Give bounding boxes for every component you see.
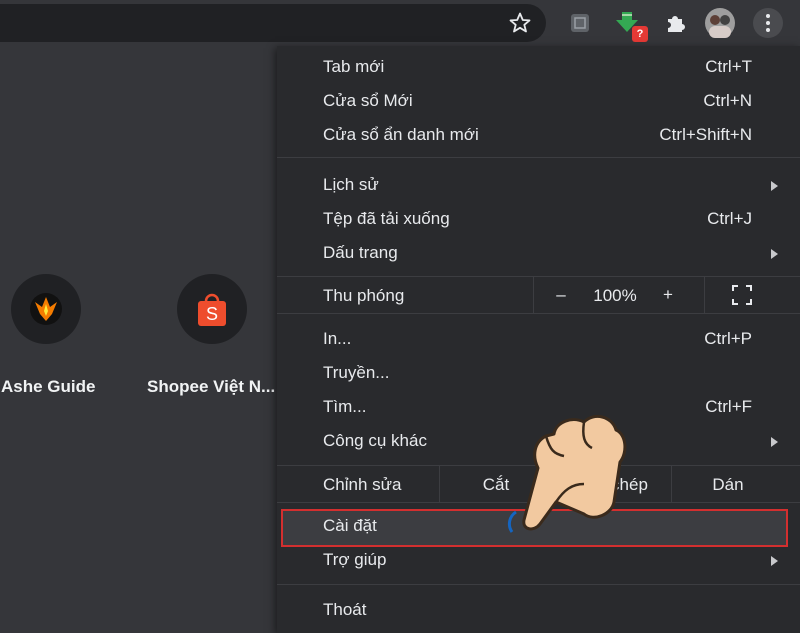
menu-shortcut: Ctrl+T [705, 57, 752, 76]
zoom-divider [533, 277, 534, 313]
menu-item-settings[interactable]: Cài đặt [277, 510, 800, 544]
menu-item-incognito-window[interactable]: Cửa sổ ẩn danh mới Ctrl+Shift+N [277, 119, 800, 153]
star-icon[interactable] [508, 11, 532, 35]
puzzle-icon[interactable] [660, 8, 690, 38]
menu-item-cast[interactable]: Truyền... [277, 357, 800, 391]
zoom-row: Thu phóng – 100% + [277, 277, 800, 313]
menu-divider [277, 157, 800, 158]
fullscreen-icon[interactable] [732, 285, 752, 305]
menu-divider [277, 584, 800, 585]
menu-item-exit[interactable]: Thoát [277, 594, 800, 628]
menu-item-find[interactable]: Tìm... Ctrl+F [277, 391, 800, 425]
zoom-out-button[interactable]: – [547, 285, 575, 305]
menu-label: Tìm... [323, 397, 367, 416]
submenu-arrow-icon [771, 437, 778, 447]
menu-label: Công cụ khác [323, 431, 427, 450]
menu-shortcut: Ctrl+N [703, 91, 752, 110]
submenu-arrow-icon [771, 249, 778, 259]
zoom-level: 100% [593, 286, 637, 305]
kebab-menu-icon[interactable] [753, 8, 783, 38]
menu-item-print[interactable]: In... Ctrl+P [277, 323, 800, 357]
shortcut-label-shopee[interactable]: Shopee Việt N... [147, 377, 275, 397]
menu-label: Lịch sử [323, 175, 379, 194]
tab-icon[interactable] [565, 8, 595, 38]
menu-label: Tệp đã tải xuống [323, 209, 450, 228]
menu-shortcut: Ctrl+J [707, 209, 752, 228]
menu-label: Cửa sổ ẩn danh mới [323, 125, 479, 144]
shopee-bag-icon[interactable]: S [177, 274, 247, 344]
menu-label: Dấu trang [323, 243, 398, 262]
zoom-label: Thu phóng [323, 286, 405, 305]
extension-badge: ? [632, 26, 648, 42]
chrome-main-menu: Tab mới Ctrl+T Cửa sổ Mới Ctrl+N Cửa sổ … [277, 46, 800, 633]
edit-label: Chỉnh sửa [323, 475, 402, 494]
browser-toolbar: ? [0, 0, 800, 46]
copy-button[interactable]: Sao chép [553, 475, 671, 495]
menu-label: In... [323, 329, 352, 348]
cut-button[interactable]: Cắt [440, 475, 552, 495]
menu-item-new-window[interactable]: Cửa sổ Mới Ctrl+N [277, 85, 800, 119]
menu-item-new-tab[interactable]: Tab mới Ctrl+T [277, 51, 800, 85]
address-bar[interactable] [0, 4, 546, 42]
zoom-divider [704, 277, 705, 313]
paste-button[interactable]: Dán [672, 475, 784, 495]
menu-shortcut: Ctrl+Shift+N [659, 125, 752, 144]
menu-shortcut: Ctrl+P [704, 329, 752, 348]
menu-item-bookmarks[interactable]: Dấu trang [277, 237, 800, 271]
menu-item-help[interactable]: Trợ giúp [277, 544, 800, 578]
menu-item-history[interactable]: Lịch sử [277, 169, 800, 203]
menu-label: Thoát [323, 600, 367, 619]
menu-label: Trợ giúp [323, 550, 387, 569]
menu-divider [277, 313, 800, 314]
shortcut-label-ashe[interactable]: Ashe Guide [1, 377, 95, 397]
menu-label: Cửa sổ Mới [323, 91, 413, 110]
zoom-in-button[interactable]: + [654, 285, 682, 305]
menu-item-more-tools[interactable]: Công cụ khác [277, 425, 800, 459]
ashe-guide-logo[interactable] [11, 274, 81, 344]
menu-label: Cài đặt [323, 516, 377, 535]
menu-shortcut: Ctrl+F [705, 397, 752, 416]
menu-label: Tab mới [323, 57, 385, 76]
submenu-arrow-icon [771, 556, 778, 566]
shopee-letter: S [206, 304, 218, 324]
menu-item-downloads[interactable]: Tệp đã tải xuống Ctrl+J [277, 203, 800, 237]
submenu-arrow-icon [771, 181, 778, 191]
menu-label: Truyền... [323, 363, 390, 382]
profile-avatar[interactable] [705, 8, 735, 38]
menu-divider [277, 502, 800, 503]
edit-row: Chỉnh sửa Cắt Sao chép Dán [277, 466, 800, 502]
